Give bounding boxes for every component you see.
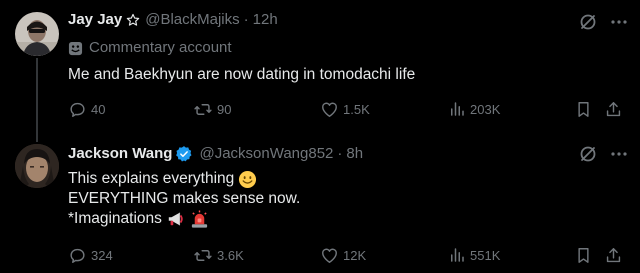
- repost-arrows-icon: [193, 100, 213, 119]
- views-button[interactable]: 203K: [448, 100, 500, 118]
- views-bars-icon: [448, 100, 466, 118]
- author-name[interactable]: Jackson Wang: [68, 144, 172, 164]
- share-arrow-icon[interactable]: [604, 246, 623, 265]
- like-count: 1.5K: [343, 102, 370, 117]
- share-arrow-icon[interactable]: [604, 100, 623, 119]
- views-button[interactable]: 551K: [448, 246, 500, 264]
- tweet-text-line: This explains everything: [68, 170, 235, 187]
- author-handle[interactable]: @JacksonWang852: [199, 144, 333, 164]
- tweet-text-line: *Imaginations: [68, 210, 162, 227]
- timestamp[interactable]: 12h: [253, 10, 278, 30]
- author-handle[interactable]: @BlackMajiks: [145, 10, 239, 30]
- commentary-label: Commentary account: [68, 38, 232, 58]
- reply-count: 324: [91, 248, 113, 263]
- bookmark-icon[interactable]: [574, 246, 593, 265]
- reply-button[interactable]: 324: [68, 246, 113, 265]
- tweet-top-actions: [578, 144, 628, 164]
- avatar[interactable]: [15, 12, 59, 56]
- tweet-1[interactable]: Jay Jay @BlackMajiks · 12h Commentary ac…: [0, 0, 640, 142]
- views-count: 551K: [470, 247, 501, 263]
- tweet-actions: 324 3.6K 12K 551K: [0, 246, 640, 266]
- heart-outline-icon: [320, 246, 339, 265]
- tweet-header: Jay Jay @BlackMajiks · 12h: [68, 10, 278, 30]
- repost-arrows-icon: [193, 246, 213, 265]
- tweet-text-line: EVERYTHING makes sense now.: [68, 190, 301, 207]
- like-count: 12K: [343, 248, 367, 263]
- smiling-face-emoji: [238, 170, 257, 189]
- repost-button[interactable]: 3.6K: [193, 246, 244, 265]
- author-name[interactable]: Jay Jay: [68, 10, 122, 30]
- separator-dot: ·: [337, 145, 343, 162]
- tweet-top-actions: [578, 12, 628, 32]
- grok-slash-icon[interactable]: [578, 12, 598, 32]
- tweet-header: Jackson Wang @JacksonWang852 · 8h: [68, 144, 363, 164]
- star-outline-icon: [126, 13, 140, 27]
- views-bars-icon: [448, 246, 466, 264]
- timestamp[interactable]: 8h: [346, 144, 363, 164]
- grok-slash-icon[interactable]: [578, 144, 598, 164]
- like-button[interactable]: 12K: [320, 246, 366, 265]
- account-label: Commentary account: [89, 39, 232, 56]
- like-button[interactable]: 1.5K: [320, 100, 370, 119]
- reply-bubble-icon: [68, 100, 87, 119]
- bookmark-icon[interactable]: [574, 100, 593, 119]
- avatar[interactable]: [15, 144, 59, 188]
- heart-outline-icon: [320, 100, 339, 119]
- repost-button[interactable]: 90: [193, 100, 231, 119]
- siren-light-emoji: [190, 209, 209, 229]
- more-dots-icon[interactable]: [610, 145, 628, 163]
- more-dots-icon[interactable]: [610, 13, 628, 31]
- theater-mask-icon: [68, 41, 83, 56]
- megaphone-emoji: [166, 210, 186, 228]
- repost-count: 3.6K: [217, 248, 244, 263]
- tweet-actions: 40 90 1.5K 203K: [0, 100, 640, 120]
- tweet-2[interactable]: Jackson Wang @JacksonWang852 · 8h This e…: [0, 136, 640, 273]
- verified-badge-icon: [175, 145, 193, 163]
- separator-dot: ·: [243, 11, 249, 28]
- tweet-text: Me and Baekhyun are now dating in tomoda…: [68, 65, 415, 85]
- views-count: 203K: [470, 101, 501, 117]
- repost-count: 90: [217, 102, 232, 117]
- reply-count: 40: [91, 102, 106, 117]
- tweet-text-line: Me and Baekhyun are now dating in tomoda…: [68, 66, 416, 83]
- tweet-text: This explains everything EVERYTHING make…: [68, 169, 300, 229]
- reply-button[interactable]: 40: [68, 100, 105, 119]
- reply-bubble-icon: [68, 246, 87, 265]
